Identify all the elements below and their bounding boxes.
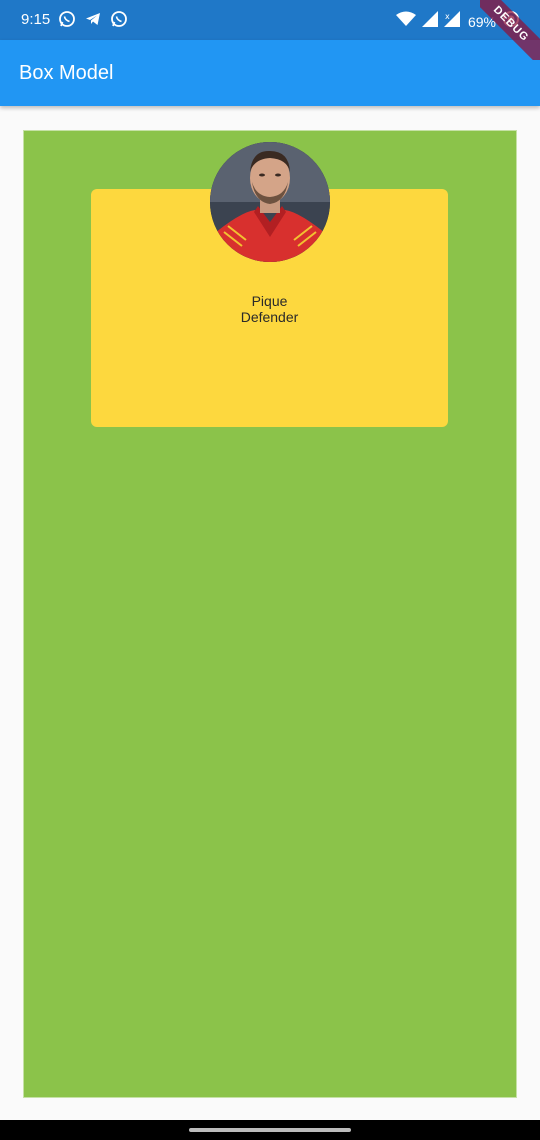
gesture-handle[interactable] [189, 1128, 351, 1132]
status-bar: 9:15 x 69% [0, 0, 540, 40]
debug-banner-container: DEBUG [480, 0, 540, 60]
whatsapp-icon [58, 10, 76, 28]
telegram-icon [84, 10, 102, 28]
notification-icons [58, 10, 128, 28]
system-navigation-bar [0, 1120, 540, 1140]
player-name: Pique [251, 293, 288, 309]
wifi-icon [395, 11, 416, 32]
app-bar-title: Box Model [19, 62, 114, 84]
svg-text:x: x [445, 12, 450, 21]
player-avatar [210, 142, 330, 262]
signal-no-service-icon: x [443, 11, 460, 32]
player-role: Defender [240, 309, 299, 325]
signal-icon [421, 11, 438, 32]
whatsapp-icon [110, 10, 128, 28]
status-time: 9:15 [21, 11, 51, 28]
app-bar: Box Model [0, 40, 540, 106]
debug-banner: DEBUG [480, 0, 540, 60]
